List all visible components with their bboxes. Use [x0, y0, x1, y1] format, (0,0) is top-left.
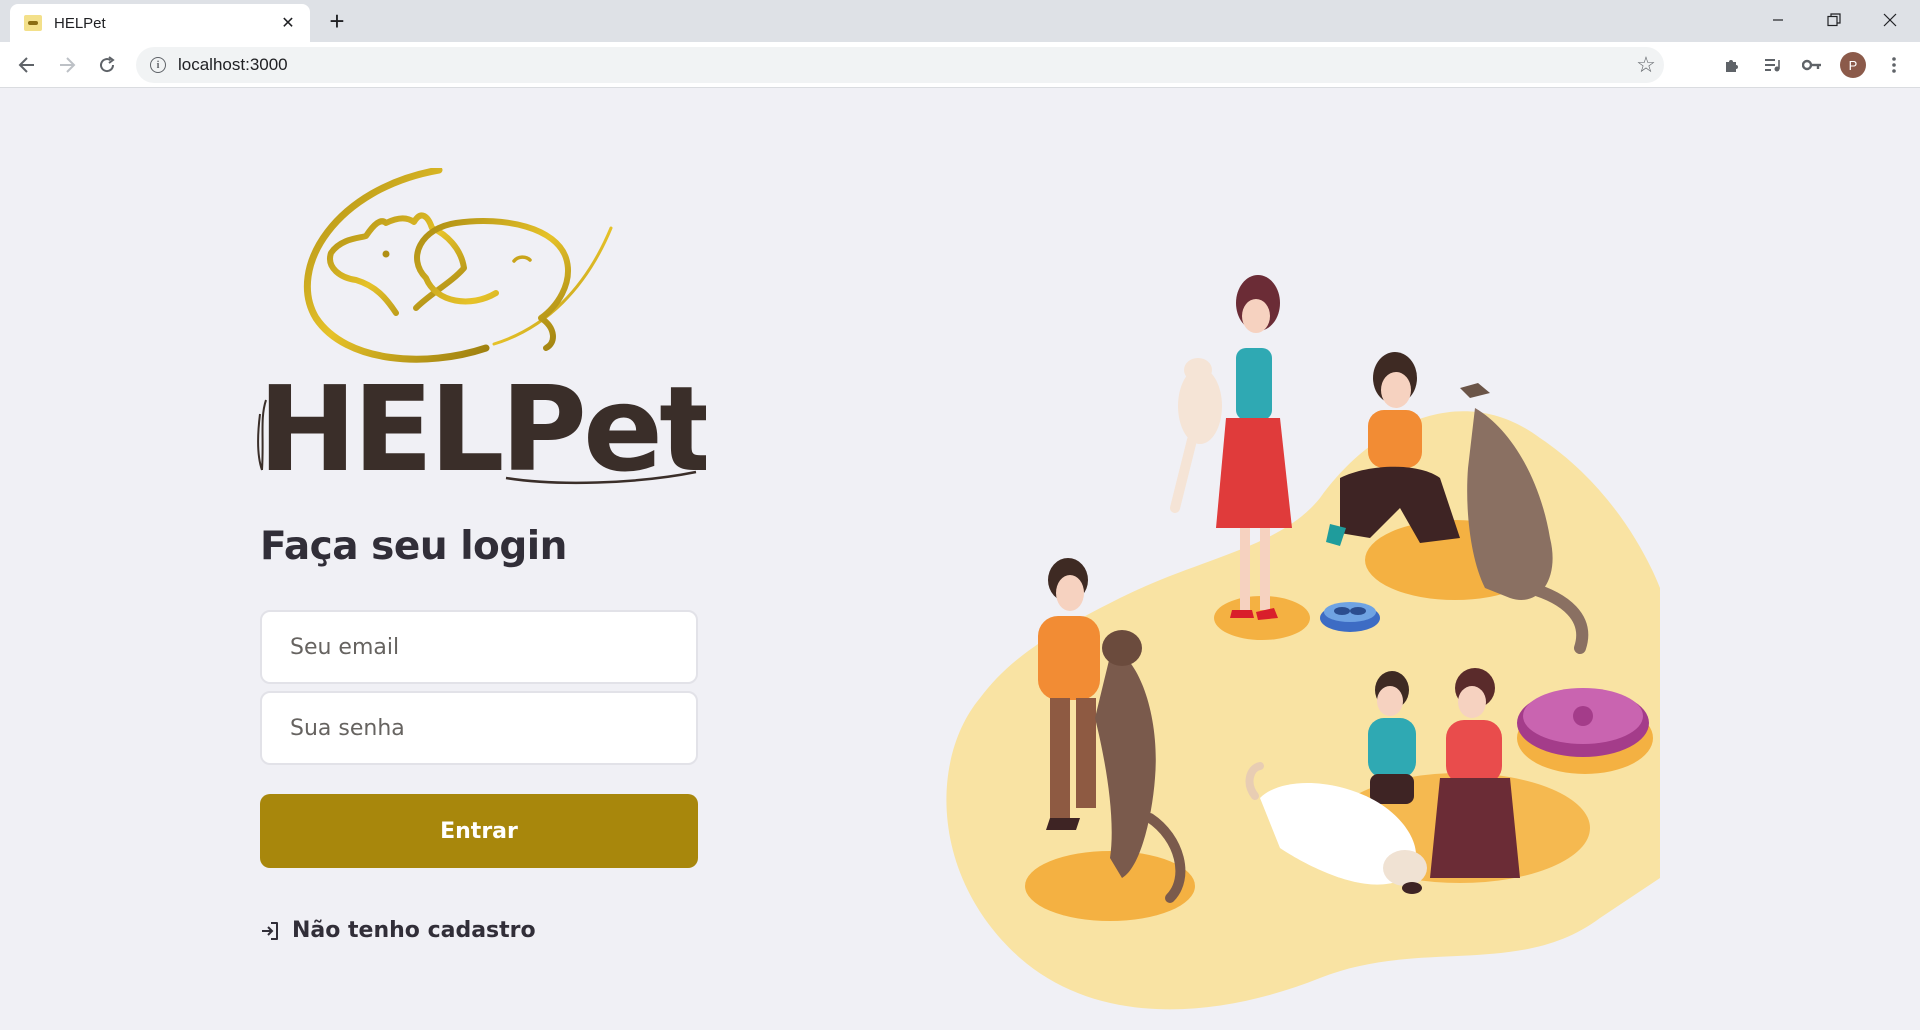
media-queue-icon[interactable] — [1758, 51, 1786, 79]
food-bowl — [1320, 602, 1380, 632]
new-tab-button[interactable]: + — [322, 8, 352, 38]
back-button[interactable] — [10, 48, 44, 82]
login-page: HELPet Faça seu login Entrar Não tenho c… — [0, 88, 1920, 1030]
forward-button[interactable] — [50, 48, 84, 82]
site-info-icon[interactable]: i — [150, 57, 166, 73]
tab-title: HELPet — [54, 14, 106, 32]
log-in-icon — [262, 921, 278, 940]
extensions-puzzle-icon[interactable] — [1718, 51, 1746, 79]
password-input[interactable] — [290, 715, 696, 741]
register-label: Não tenho cadastro — [292, 918, 536, 943]
close-tab-icon[interactable]: ✕ — [278, 13, 298, 33]
more-menu-icon[interactable] — [1880, 51, 1908, 79]
reload-button[interactable] — [90, 48, 124, 82]
arrow-left-icon — [18, 57, 34, 73]
browser-toolbar: i localhost:3000 ☆ P — [0, 42, 1920, 88]
reload-icon — [100, 56, 115, 73]
password-key-icon[interactable] — [1798, 51, 1826, 79]
helpet-logo: HELPet — [257, 168, 706, 498]
close-window-button[interactable] — [1866, 4, 1914, 36]
email-field[interactable] — [260, 610, 698, 684]
browser-tabstrip: HELPet ✕ + — [0, 0, 1920, 42]
email-input[interactable] — [290, 634, 696, 660]
restore-window-button[interactable] — [1810, 4, 1858, 36]
profile-avatar[interactable]: P — [1840, 52, 1866, 78]
pets-illustration — [946, 275, 1660, 1010]
address-bar[interactable]: i localhost:3000 ☆ — [136, 47, 1664, 83]
minimize-window-button[interactable] — [1754, 4, 1802, 36]
password-field[interactable] — [260, 691, 698, 765]
logo-wordmark: HELPet — [258, 360, 706, 498]
favicon-icon — [24, 15, 42, 31]
bookmark-star-icon[interactable]: ☆ — [1628, 52, 1664, 78]
arrow-right-icon — [60, 57, 76, 73]
url-text[interactable]: localhost:3000 — [178, 55, 1628, 75]
login-button[interactable]: Entrar — [260, 794, 698, 868]
browser-tab[interactable]: HELPet ✕ — [10, 4, 310, 42]
register-link[interactable]: Não tenho cadastro — [260, 918, 536, 943]
pet-bed — [1517, 688, 1653, 774]
page-title: Faça seu login — [260, 524, 567, 569]
